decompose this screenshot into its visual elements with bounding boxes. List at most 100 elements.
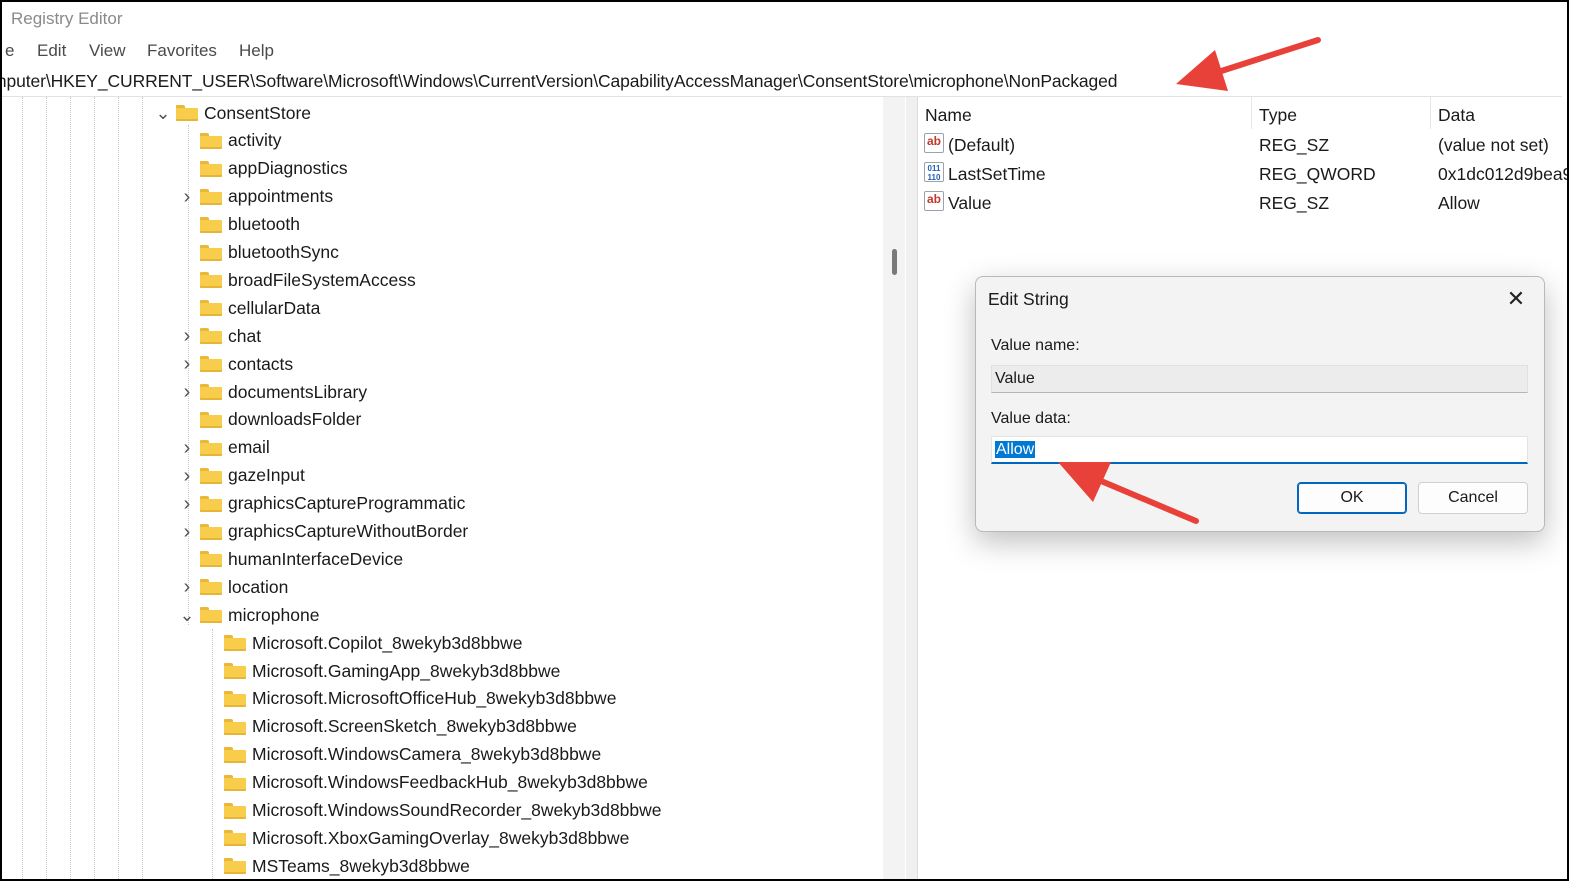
value-name: (Default) xyxy=(948,135,1016,155)
close-icon[interactable]: ✕ xyxy=(1502,285,1530,313)
value-data-text: Allow xyxy=(995,441,1036,458)
tree-item-graphicscaptureprogrammatic[interactable]: graphicsCaptureProgrammatic xyxy=(200,490,465,518)
tree-item-broadfilesystemaccess[interactable]: broadFileSystemAccess xyxy=(200,266,416,294)
tree-item-microphone[interactable]: microphone xyxy=(200,601,319,629)
address-bar[interactable]: mputer\HKEY_CURRENT_USER\Software\Micros… xyxy=(2,66,1562,97)
tree-item-label: location xyxy=(228,576,289,597)
tree-item-app[interactable]: Microsoft.WindowsFeedbackHub_8wekyb3d8bb… xyxy=(224,769,648,797)
tree-item-label: cellularData xyxy=(228,297,321,318)
column-separator[interactable] xyxy=(1430,97,1431,129)
tree-item-gazeinput[interactable]: gazeInput xyxy=(200,462,305,490)
folder-icon xyxy=(224,718,246,735)
title-bar: Registry Editor xyxy=(2,2,1567,36)
tree-item-email[interactable]: email xyxy=(200,434,270,462)
chevron-down-icon[interactable]: ⌄ xyxy=(155,104,170,122)
tree-item-app[interactable]: Microsoft.WindowsCamera_8wekyb3d8bbwe xyxy=(224,741,601,769)
tree-item-label: contacts xyxy=(228,353,294,374)
column-header-data[interactable]: Data xyxy=(1438,105,1475,126)
tree-item-contacts[interactable]: contacts xyxy=(200,350,293,378)
tree-item-cellulardata[interactable]: cellularData xyxy=(200,294,320,322)
folder-icon xyxy=(224,858,246,875)
tree-item-app[interactable]: Microsoft.XboxGamingOverlay_8wekyb3d8bbw… xyxy=(224,824,629,852)
tree-item-app[interactable]: Microsoft.ScreenSketch_8wekyb3d8bbwe xyxy=(224,713,577,741)
tree-item-bluetoothsync[interactable]: bluetoothSync xyxy=(200,239,339,267)
tree-item-chat[interactable]: chat xyxy=(200,322,261,350)
folder-icon xyxy=(200,244,222,261)
tree-item-label: gazeInput xyxy=(228,465,305,486)
folder-icon xyxy=(200,356,222,373)
value-name-label: Value name: xyxy=(991,337,1080,354)
chevron-right-icon[interactable]: › xyxy=(180,354,194,374)
menu-help[interactable]: Help xyxy=(239,41,274,61)
tree-item-app[interactable]: MSTeams_8wekyb3d8bbwe xyxy=(224,852,470,879)
tree-item-label: Microsoft.WindowsCamera_8wekyb3d8bbwe xyxy=(252,744,602,765)
tree-item-consentstore[interactable]: ConsentStore xyxy=(176,99,311,127)
key-tree[interactable]: ⌄ ConsentStore activity appDiagnostics › appo… xyxy=(2,97,907,879)
tree-item-app[interactable]: Microsoft.WindowsSoundRecorder_8wekyb3d8… xyxy=(224,797,662,825)
folder-icon xyxy=(200,523,222,540)
value-row-value[interactable]: ab Value REG_SZ Allow xyxy=(918,189,1567,217)
value-type: REG_SZ xyxy=(1259,135,1330,155)
chevron-right-icon[interactable]: › xyxy=(180,577,194,597)
menu-file[interactable]: e xyxy=(5,41,14,61)
address-path[interactable]: mputer\HKEY_CURRENT_USER\Software\Micros… xyxy=(2,71,1117,92)
tree-item-label: downloadsFolder xyxy=(228,409,362,430)
value-name: Value xyxy=(948,193,992,213)
tree-scrollbar[interactable] xyxy=(883,97,905,879)
tree-item-app[interactable]: Microsoft.Copilot_8wekyb3d8bbwe xyxy=(224,629,522,657)
tree-item-app[interactable]: Microsoft.MicrosoftOfficeHub_8wekyb3d8bb… xyxy=(224,685,616,713)
tree-item-appointments[interactable]: appointments xyxy=(200,183,333,211)
folder-icon xyxy=(224,746,246,763)
tree-item-humaninterfacedevice[interactable]: humanInterfaceDevice xyxy=(200,545,403,573)
value-data: Allow xyxy=(1438,193,1480,213)
menu-edit[interactable]: Edit xyxy=(37,41,66,61)
value-data: (value not set) xyxy=(1438,135,1549,155)
chevron-right-icon[interactable]: › xyxy=(180,438,194,458)
value-row-default[interactable]: ab (Default) REG_SZ (value not set) xyxy=(918,131,1567,159)
tree-item-graphicscapturewithoutborder[interactable]: graphicsCaptureWithoutBorder xyxy=(200,518,468,546)
folder-icon xyxy=(200,579,222,596)
tree-item-label: Microsoft.Copilot_8wekyb3d8bbwe xyxy=(252,632,523,653)
value-row-lastsettime[interactable]: 011 110 LastSetTime REG_QWORD 0x1dc012d9b… xyxy=(918,160,1567,188)
tree-item-bluetooth[interactable]: bluetooth xyxy=(200,211,300,239)
chevron-right-icon[interactable]: › xyxy=(180,187,194,207)
value-type: REG_QWORD xyxy=(1259,164,1376,184)
tree-item-label: MSTeams_8wekyb3d8bbwe xyxy=(252,855,470,876)
tree-item-appdiagnostics[interactable]: appDiagnostics xyxy=(200,155,348,183)
chevron-right-icon[interactable]: › xyxy=(180,382,194,402)
column-header-name[interactable]: Name xyxy=(925,105,972,126)
column-header-type[interactable]: Type xyxy=(1259,105,1297,126)
tree-item-activity[interactable]: activity xyxy=(200,127,281,155)
tree-item-label: broadFileSystemAccess xyxy=(228,269,416,290)
value-name-field[interactable]: Value xyxy=(991,365,1528,393)
folder-icon xyxy=(224,690,246,707)
chevron-right-icon[interactable]: › xyxy=(180,326,194,346)
tree-item-label: Microsoft.GamingApp_8wekyb3d8bbwe xyxy=(252,660,561,681)
chevron-right-icon[interactable]: › xyxy=(180,494,194,514)
pane-splitter[interactable] xyxy=(906,97,918,879)
column-separator[interactable] xyxy=(1251,97,1252,129)
tree-guide-line xyxy=(46,97,47,879)
folder-icon xyxy=(200,495,222,512)
tree-scrollbar-thumb[interactable] xyxy=(892,249,897,275)
tree-item-app[interactable]: Microsoft.GamingApp_8wekyb3d8bbwe xyxy=(224,657,560,685)
ok-button[interactable]: OK xyxy=(1297,482,1407,514)
tree-item-documentslibrary[interactable]: documentsLibrary xyxy=(200,378,367,406)
tree-guide-line xyxy=(70,97,71,879)
chevron-right-icon[interactable]: › xyxy=(180,466,194,486)
tree-item-downloadsfolder[interactable]: downloadsFolder xyxy=(200,406,361,434)
cancel-button[interactable]: Cancel xyxy=(1418,482,1528,514)
string-value-icon: ab xyxy=(924,133,944,153)
folder-icon xyxy=(200,188,222,205)
folder-icon xyxy=(200,411,222,428)
folder-icon xyxy=(224,774,246,791)
tree-item-location[interactable]: location xyxy=(200,573,288,601)
value-data-input[interactable]: Allow xyxy=(991,436,1528,464)
chevron-down-icon[interactable]: ⌄ xyxy=(179,606,194,624)
menu-view[interactable]: View xyxy=(89,41,126,61)
folder-icon xyxy=(224,802,246,819)
tree-item-label: appointments xyxy=(228,186,334,207)
menu-favorites[interactable]: Favorites xyxy=(147,41,217,61)
chevron-right-icon[interactable]: › xyxy=(180,522,194,542)
tree-item-label: documentsLibrary xyxy=(228,381,368,402)
